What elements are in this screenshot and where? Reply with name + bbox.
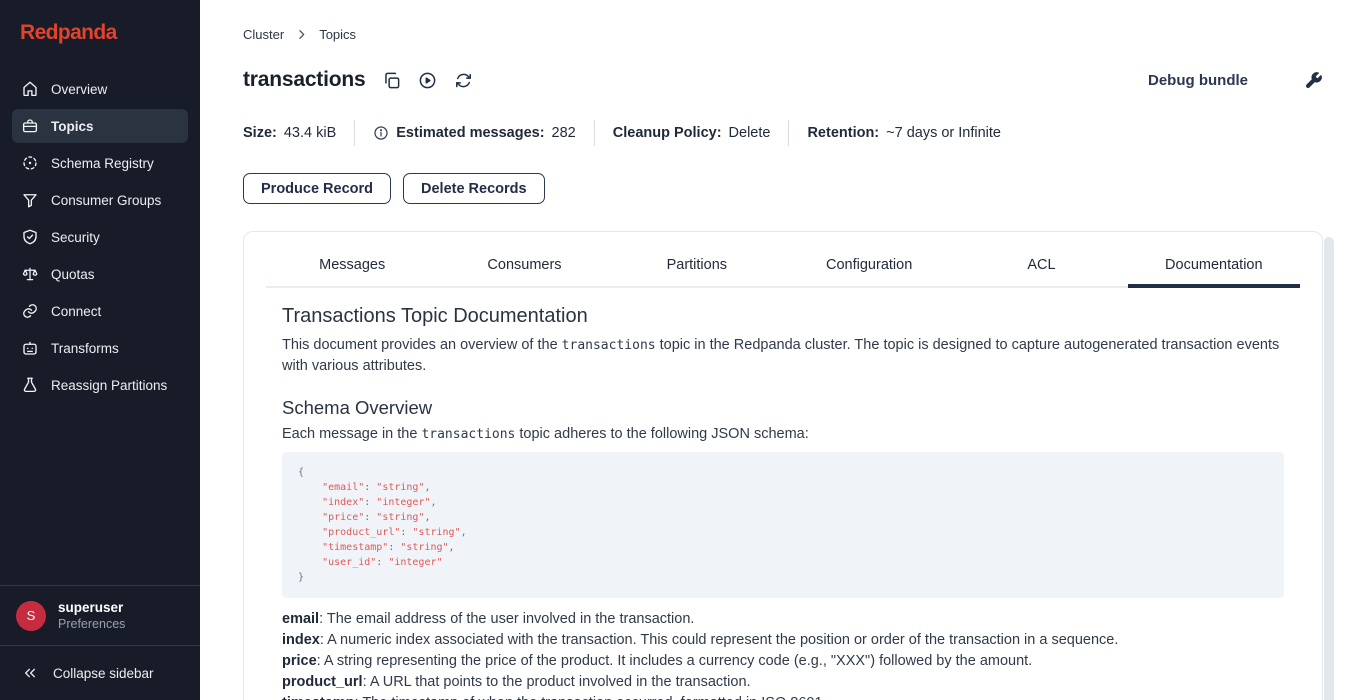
vertical-scrollbar[interactable]: [1324, 237, 1334, 700]
collapse-sidebar-button[interactable]: Collapse sidebar: [0, 646, 200, 700]
tab-acl[interactable]: ACL: [955, 253, 1127, 288]
sidebar-item-transforms[interactable]: Transforms: [12, 331, 188, 365]
robot-icon: [21, 339, 39, 357]
field-timestamp: timestamp: The timestamp of when the tra…: [282, 693, 1284, 700]
avatar: S: [16, 601, 46, 631]
sidebar-item-security[interactable]: Security: [12, 220, 188, 254]
documentation-panel: Transactions Topic Documentation This do…: [244, 288, 1322, 700]
double-chevron-left-icon: [22, 665, 38, 681]
main-content: Cluster Topics transactions Debug bundle: [200, 0, 1366, 700]
schema-intro: Each message in the transactions topic a…: [282, 424, 1284, 445]
sidebar-item-connect[interactable]: Connect: [12, 294, 188, 328]
refresh-icon[interactable]: [454, 71, 473, 90]
play-circle-icon[interactable]: [418, 71, 437, 90]
sidebar-item-label: Transforms: [51, 341, 119, 356]
stat-size: Size: 43.4 kiB: [243, 125, 336, 141]
user-section: S superuser Preferences: [0, 585, 200, 646]
shield-check-icon: [21, 228, 39, 246]
schema-overview-heading: Schema Overview: [282, 397, 1284, 419]
tab-documentation[interactable]: Documentation: [1128, 253, 1300, 288]
preferences-link[interactable]: Preferences: [58, 616, 125, 632]
field-descriptions: email: The email address of the user inv…: [282, 609, 1284, 700]
sidebar-item-label: Schema Registry: [51, 156, 154, 171]
sidebar-item-label: Topics: [51, 119, 94, 134]
funnel-icon: [21, 191, 39, 209]
page-title: transactions: [243, 68, 365, 92]
sidebar-item-consumer-groups[interactable]: Consumer Groups: [12, 183, 188, 217]
schema-registry-icon: [21, 154, 39, 172]
json-schema-code-block: { "email": "string", "index": "integer",…: [282, 452, 1284, 598]
collapse-sidebar-label: Collapse sidebar: [53, 666, 154, 681]
tab-configuration[interactable]: Configuration: [783, 253, 955, 288]
user-name: superuser: [58, 599, 125, 616]
breadcrumb-cluster[interactable]: Cluster: [243, 27, 284, 42]
stat-retention: Retention: ~7 days or Infinite: [807, 125, 1001, 141]
breadcrumb-topics[interactable]: Topics: [319, 27, 356, 42]
delete-records-button[interactable]: Delete Records: [403, 173, 545, 204]
field-price: price: A string representing the price o…: [282, 651, 1284, 672]
sidebar-item-overview[interactable]: Overview: [12, 72, 188, 106]
sidebar-item-label: Reassign Partitions: [51, 378, 167, 393]
tab-messages[interactable]: Messages: [266, 253, 438, 288]
topics-box-icon: [21, 117, 39, 135]
sidebar-item-label: Quotas: [51, 267, 95, 282]
sidebar-item-topics[interactable]: Topics: [12, 109, 188, 143]
inline-code: transactions: [421, 427, 515, 442]
tab-partitions[interactable]: Partitions: [611, 253, 783, 288]
doc-intro: This document provides an overview of th…: [282, 335, 1284, 377]
sidebar: Redpanda Overview Topics Schema Registry…: [0, 0, 200, 700]
flask-icon: [21, 376, 39, 394]
stat-estimated-messages: Estimated messages: 282: [373, 125, 576, 141]
info-icon[interactable]: [373, 125, 389, 141]
title-row: transactions Debug bundle: [243, 65, 1323, 95]
inline-code: transactions: [562, 338, 656, 353]
field-product-url: product_url: A URL that points to the pr…: [282, 672, 1284, 693]
doc-title: Transactions Topic Documentation: [282, 305, 1284, 328]
topic-actions: Produce Record Delete Records: [243, 173, 1323, 204]
link-icon: [21, 302, 39, 320]
chevron-right-icon: [295, 28, 308, 41]
sidebar-item-label: Overview: [51, 82, 107, 97]
topic-tabs: Messages Consumers Partitions Configurat…: [266, 253, 1300, 288]
sidebar-item-label: Connect: [51, 304, 101, 319]
sidebar-item-label: Security: [51, 230, 100, 245]
sidebar-item-schema-registry[interactable]: Schema Registry: [12, 146, 188, 180]
produce-record-button[interactable]: Produce Record: [243, 173, 391, 204]
sidebar-nav: Overview Topics Schema Registry Consumer…: [0, 72, 200, 402]
topic-stats: Size: 43.4 kiB Estimated messages: 282 C…: [243, 120, 1323, 146]
stat-cleanup-policy: Cleanup Policy: Delete: [613, 125, 771, 141]
sidebar-item-quotas[interactable]: Quotas: [12, 257, 188, 291]
sidebar-item-reassign-partitions[interactable]: Reassign Partitions: [12, 368, 188, 402]
scales-icon: [21, 265, 39, 283]
wrench-icon[interactable]: [1304, 71, 1323, 90]
debug-bundle-link[interactable]: Debug bundle: [1148, 72, 1248, 89]
field-index: index: A numeric index associated with t…: [282, 630, 1284, 651]
copy-icon[interactable]: [382, 71, 401, 90]
breadcrumb: Cluster Topics: [243, 27, 1323, 42]
field-email: email: The email address of the user inv…: [282, 609, 1284, 630]
topic-card: Messages Consumers Partitions Configurat…: [243, 231, 1323, 700]
home-icon: [21, 80, 39, 98]
redpanda-logo: Redpanda: [0, 0, 200, 72]
sidebar-item-label: Consumer Groups: [51, 193, 161, 208]
tab-consumers[interactable]: Consumers: [438, 253, 610, 288]
